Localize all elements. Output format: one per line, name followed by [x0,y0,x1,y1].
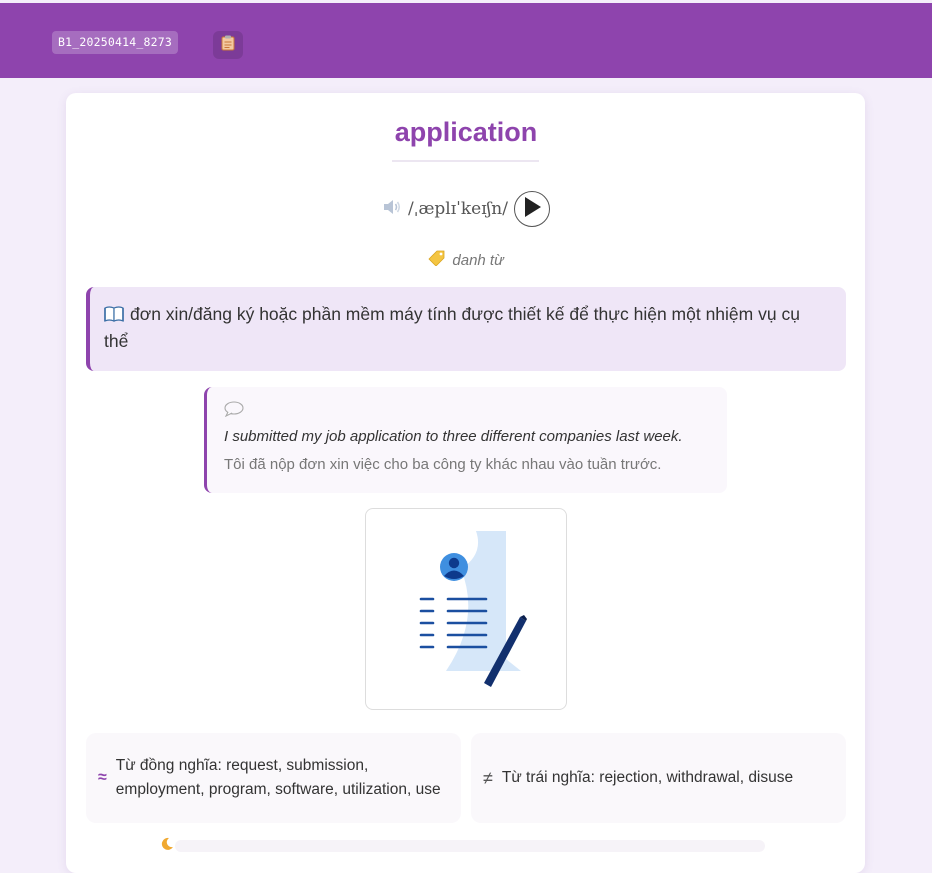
play-icon [522,196,542,223]
definition-text: đơn xin/đăng ký hoặc phần mềm máy tính đ… [104,304,800,351]
book-icon [104,303,124,322]
moon-icon [160,837,174,851]
illustration-frame [365,508,567,710]
vocabulary-word: application [394,117,538,147]
copy-button[interactable] [213,31,243,59]
word-divider [392,160,539,162]
word-code-badge: B1_20250414_8273 [52,31,178,54]
speaker-icon [382,199,402,220]
antonyms-box: ≠ Từ trái nghĩa: rejection, withdrawal, … [471,733,846,823]
part-of-speech: danh từ [0,250,932,270]
next-section-peek [175,840,765,852]
tag-icon [428,250,446,270]
pronunciation-row: /ˌæplɪˈkeɪʃn/ [0,190,932,228]
clipboard-icon [221,35,235,56]
part-of-speech-label: danh từ [452,251,504,269]
synonyms-box: ≈ Từ đồng nghĩa: request, submission, em… [86,733,461,823]
definition-box: đơn xin/đăng ký hoặc phần mềm máy tính đ… [86,287,846,371]
example-vietnamese: Tôi đã nộp đơn xin việc cho ba công ty k… [224,456,662,473]
example-box: I submitted my job application to three … [204,387,727,493]
synonyms-text: Từ đồng nghĩa: request, submission, empl… [115,757,441,798]
antonyms-text: Từ trái nghĩa: rejection, withdrawal, di… [501,769,794,786]
play-audio-button[interactable] [513,191,550,227]
speech-bubble-icon [224,401,246,421]
approx-equal-icon: ≈ [98,769,107,786]
ipa-transcription: /ˌæplɪˈkeɪʃn/ [408,199,508,219]
example-english: I submitted my job application to three … [224,428,683,445]
not-equal-icon: ≠ [483,768,493,788]
header-bar: B1_20250414_8273 [0,3,932,78]
